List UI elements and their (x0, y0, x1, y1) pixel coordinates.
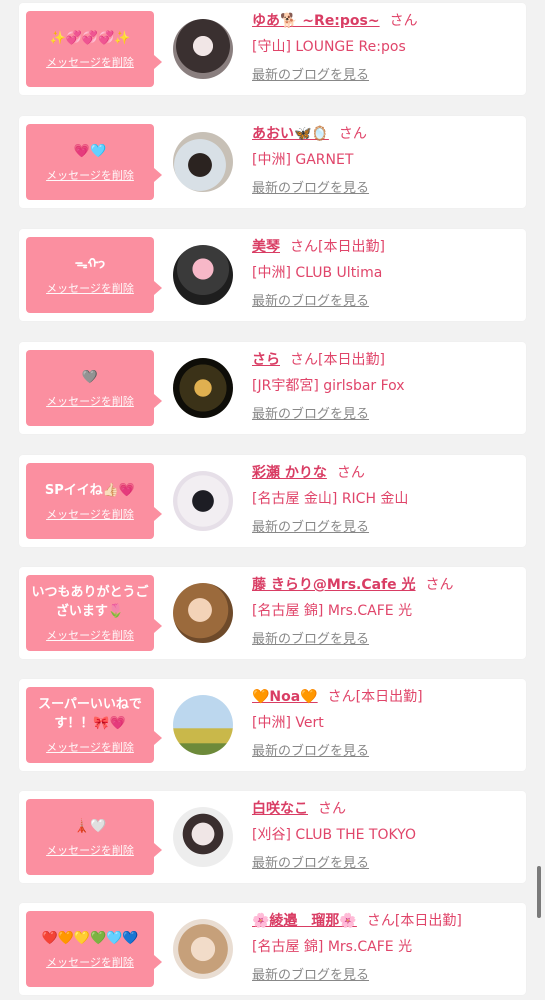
cast-name-link[interactable]: 🧡Noa🧡 (252, 689, 318, 705)
cast-name-link[interactable]: 🌸綾邉 瑠那🌸 (252, 913, 357, 929)
message-bubble: ᯓᡣ𐭩 メッセージを削除 (26, 237, 162, 313)
avatar[interactable] (173, 358, 233, 418)
name-suffix: さん (336, 465, 365, 481)
cast-name-link[interactable]: 彩瀬 かりな (252, 465, 327, 481)
list-item: 🩶 メッセージを削除 さら さん[本日出勤] [JR宇都宮] girlsbar F… (19, 342, 526, 434)
message-text: SPイイね👍🏻💗 (44, 482, 136, 498)
message-text: いつもありがとうございます🌷 (31, 585, 149, 619)
cast-info: 🧡Noa🧡 さん[本日出勤] [中洲] Vert 最新のブログを見る (252, 687, 522, 761)
list-item: ᯓᡣ𐭩 メッセージを削除 美琴 さん[本日出勤] [中洲] CLUB Ultima… (19, 229, 526, 321)
message-text: ✨💞💞💞✨ (49, 30, 131, 46)
list-item: ❤️🧡💛💚🩵💙 メッセージを削除 🌸綾邉 瑠那🌸 さん[本日出勤] [名古屋 錦]… (19, 903, 526, 995)
blog-link[interactable]: 最新のブログを見る (252, 67, 522, 85)
delete-message-link[interactable]: メッセージを削除 (46, 393, 134, 409)
cast-info: 美琴 さん[本日出勤] [中洲] CLUB Ultima 最新のブログを見る (252, 237, 522, 311)
cast-info: あおい🦋🪞 さん [中洲] GARNET 最新のブログを見る (252, 124, 522, 198)
blog-link[interactable]: 最新のブログを見る (252, 519, 522, 537)
delete-message-link[interactable]: メッセージを削除 (46, 842, 134, 858)
scrollbar[interactable] (537, 866, 541, 918)
list-item: 💗🩵 メッセージを削除 あおい🦋🪞 さん [中洲] GARNET 最新のブログを見… (19, 116, 526, 208)
cast-info: ゆあ🐕 ~Re:pos~ さん [守山] LOUNGE Re:pos 最新のブログ… (252, 11, 522, 85)
delete-message-link[interactable]: メッセージを削除 (46, 280, 134, 296)
message-text: 🩶 (81, 369, 99, 385)
avatar[interactable] (173, 919, 233, 979)
blog-link[interactable]: 最新のブログを見る (252, 855, 522, 873)
cast-name-link[interactable]: 藤 きらり@Mrs.Cafe 光 (252, 577, 416, 593)
shop-label: [JR宇都宮] girlsbar Fox (252, 378, 405, 394)
name-suffix: さん (425, 577, 454, 593)
avatar[interactable] (173, 807, 233, 867)
delete-message-link[interactable]: メッセージを削除 (46, 506, 134, 522)
avatar[interactable] (173, 132, 233, 192)
message-bubble: ❤️🧡💛💚🩵💙 メッセージを削除 (26, 911, 162, 987)
list-item: ✨💞💞💞✨ メッセージを削除 ゆあ🐕 ~Re:pos~ さん [守山] LOUNG… (19, 3, 526, 95)
cast-name-link[interactable]: 美琴 (252, 239, 280, 255)
message-bubble: 💗🩵 メッセージを削除 (26, 124, 162, 200)
cast-info: 藤 きらり@Mrs.Cafe 光さん [名古屋 錦] Mrs.CAFE 光 最新… (252, 575, 522, 649)
blog-link[interactable]: 最新のブログを見る (252, 293, 522, 311)
message-bubble: いつもありがとうございます🌷 メッセージを削除 (26, 575, 162, 651)
cast-info: 彩瀬 かりな さん [名古屋 金山] RICH 金山 最新のブログを見る (252, 463, 522, 537)
delete-message-link[interactable]: メッセージを削除 (46, 167, 134, 183)
name-suffix: さん[本日出勤] (366, 913, 462, 929)
list-item: いつもありがとうございます🌷 メッセージを削除 藤 きらり@Mrs.Cafe 光… (19, 567, 526, 659)
name-suffix: さん[本日出勤] (290, 352, 385, 368)
name-suffix: さん (389, 13, 418, 29)
blog-link[interactable]: 最新のブログを見る (252, 631, 522, 649)
name-suffix: さん[本日出勤] (290, 239, 385, 255)
blog-link[interactable]: 最新のブログを見る (252, 743, 522, 761)
delete-message-link[interactable]: メッセージを削除 (46, 739, 134, 755)
list-item: 🗼🤍 メッセージを削除 白咲なこ さん [刈谷] CLUB THE TOKYO 最… (19, 791, 526, 883)
message-text: ❤️🧡💛💚🩵💙 (41, 930, 139, 946)
name-suffix: さん (318, 801, 346, 817)
cast-name-link[interactable]: さら (252, 352, 280, 368)
shop-label: [名古屋 錦] Mrs.CAFE 光 (252, 939, 413, 955)
message-bubble: SPイイね👍🏻💗 メッセージを削除 (26, 463, 162, 539)
shop-label: [中洲] CLUB Ultima (252, 265, 383, 281)
avatar[interactable] (173, 583, 233, 643)
cast-info: さら さん[本日出勤] [JR宇都宮] girlsbar Fox 最新のブログを見… (252, 350, 522, 424)
cast-info: 白咲なこ さん [刈谷] CLUB THE TOKYO 最新のブログを見る (252, 799, 522, 873)
message-bubble: スーパーいいねです！！🎀💗 メッセージを削除 (26, 687, 162, 763)
avatar[interactable] (173, 471, 233, 531)
shop-label: [刈谷] CLUB THE TOKYO (252, 827, 416, 843)
name-suffix: さん[本日出勤] (327, 689, 423, 705)
message-text: 💗🩵 (73, 143, 107, 159)
message-text: ᯓᡣ𐭩 (74, 256, 106, 272)
avatar[interactable] (173, 19, 233, 79)
shop-label: [中洲] GARNET (252, 152, 354, 168)
blog-link[interactable]: 最新のブログを見る (252, 180, 522, 198)
avatar[interactable] (173, 695, 233, 755)
delete-message-link[interactable]: メッセージを削除 (46, 954, 134, 970)
shop-label: [名古屋 金山] RICH 金山 (252, 491, 409, 507)
blog-link[interactable]: 最新のブログを見る (252, 967, 522, 985)
shop-label: [中洲] Vert (252, 715, 324, 731)
name-suffix: さん (338, 126, 367, 142)
cast-info: 🌸綾邉 瑠那🌸 さん[本日出勤] [名古屋 錦] Mrs.CAFE 光 最新のブロ… (252, 911, 522, 985)
list-item: SPイイね👍🏻💗 メッセージを削除 彩瀬 かりな さん [名古屋 金山] RICH… (19, 455, 526, 547)
cast-name-link[interactable]: ゆあ🐕 ~Re:pos~ (252, 13, 380, 29)
blog-link[interactable]: 最新のブログを見る (252, 406, 522, 424)
message-text: スーパーいいねです！！🎀💗 (38, 697, 142, 731)
delete-message-link[interactable]: メッセージを削除 (46, 54, 134, 70)
message-bubble: ✨💞💞💞✨ メッセージを削除 (26, 11, 162, 87)
message-text: 🗼🤍 (73, 818, 107, 834)
delete-message-link[interactable]: メッセージを削除 (46, 627, 134, 643)
shop-label: [守山] LOUNGE Re:pos (252, 39, 406, 55)
message-bubble: 🩶 メッセージを削除 (26, 350, 162, 426)
avatar[interactable] (173, 245, 233, 305)
shop-label: [名古屋 錦] Mrs.CAFE 光 (252, 603, 413, 619)
cast-name-link[interactable]: あおい🦋🪞 (252, 126, 329, 142)
list-item: スーパーいいねです！！🎀💗 メッセージを削除 🧡Noa🧡 さん[本日出勤] [中洲… (19, 679, 526, 771)
cast-name-link[interactable]: 白咲なこ (252, 801, 308, 817)
message-bubble: 🗼🤍 メッセージを削除 (26, 799, 162, 875)
